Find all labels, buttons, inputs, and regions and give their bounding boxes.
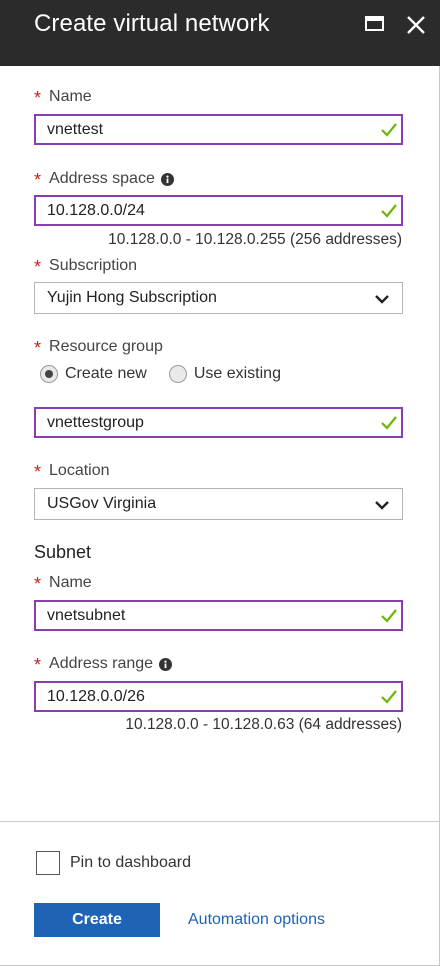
- automation-options-link[interactable]: Automation options: [188, 911, 325, 929]
- required-asterisk: *: [34, 574, 42, 594]
- resource-group-input[interactable]: vnettestgroup: [34, 407, 403, 438]
- pin-to-dashboard[interactable]: Pin to dashboard: [36, 851, 191, 875]
- address-space-value: 10.128.0.0/24: [47, 201, 145, 219]
- required-asterisk: *: [34, 655, 42, 675]
- location-value: USGov Virginia: [47, 495, 157, 512]
- address-space-input[interactable]: 10.128.0.0/24: [34, 195, 403, 226]
- address-space-hint: 10.128.0.0 - 10.128.0.255 (256 addresses…: [108, 231, 402, 248]
- blade-header: Create virtual network: [0, 0, 440, 66]
- subnet-section-title: Subnet: [34, 542, 92, 562]
- checkmark-icon: [380, 688, 398, 711]
- radio-use-existing[interactable]: Use existing: [168, 365, 281, 383]
- name-input[interactable]: vnettest: [34, 114, 403, 145]
- subnet-name-label: * Name: [34, 574, 92, 594]
- close-icon[interactable]: [405, 14, 427, 36]
- info-icon[interactable]: [159, 657, 173, 671]
- subscription-select[interactable]: Yujin Hong Subscription: [34, 282, 403, 314]
- radio-button[interactable]: [168, 365, 187, 383]
- pin-checkbox[interactable]: [36, 851, 60, 875]
- address-range-label: * Address range: [34, 655, 173, 675]
- resource-group-label: * Resource group: [34, 338, 163, 358]
- required-asterisk: *: [34, 88, 42, 108]
- blade-title: Create virtual network: [34, 10, 270, 37]
- address-range-input[interactable]: 10.128.0.0/26: [34, 681, 403, 712]
- chevron-down-icon: [374, 292, 390, 310]
- address-range-hint: 10.128.0.0 - 10.128.0.63 (64 addresses): [125, 716, 402, 733]
- name-label: * Name: [34, 88, 92, 108]
- required-asterisk: *: [34, 257, 42, 277]
- info-icon[interactable]: [160, 172, 174, 186]
- required-asterisk: *: [34, 338, 42, 358]
- footer-divider: [0, 821, 440, 822]
- name-input-value: vnettest: [47, 120, 104, 138]
- location-label: * Location: [34, 462, 110, 482]
- address-space-label: * Address space: [34, 170, 174, 190]
- subnet-name-value: vnetsubnet: [47, 606, 126, 624]
- required-asterisk: *: [34, 462, 42, 482]
- location-select[interactable]: USGov Virginia: [34, 488, 403, 520]
- resource-group-value: vnettestgroup: [47, 413, 144, 431]
- radio-button-selected[interactable]: [40, 365, 58, 383]
- create-virtual-network-blade: Create virtual network * Name vnettest *…: [0, 0, 440, 966]
- address-range-value: 10.128.0.0/26: [47, 687, 145, 705]
- resource-group-radio-group: Create new Use existing: [40, 365, 303, 383]
- chevron-down-icon: [374, 498, 390, 516]
- maximize-icon[interactable]: [364, 14, 386, 36]
- checkmark-icon: [380, 121, 398, 144]
- pin-label: Pin to dashboard: [70, 854, 191, 871]
- subnet-name-input[interactable]: vnetsubnet: [34, 600, 403, 631]
- subscription-value: Yujin Hong Subscription: [47, 289, 217, 306]
- radio-create-new[interactable]: Create new: [40, 365, 147, 383]
- required-asterisk: *: [34, 170, 42, 190]
- checkmark-icon: [380, 607, 398, 630]
- checkmark-icon: [380, 414, 398, 437]
- checkmark-icon: [380, 202, 398, 225]
- create-button[interactable]: Create: [34, 903, 160, 937]
- subscription-label: * Subscription: [34, 257, 138, 277]
